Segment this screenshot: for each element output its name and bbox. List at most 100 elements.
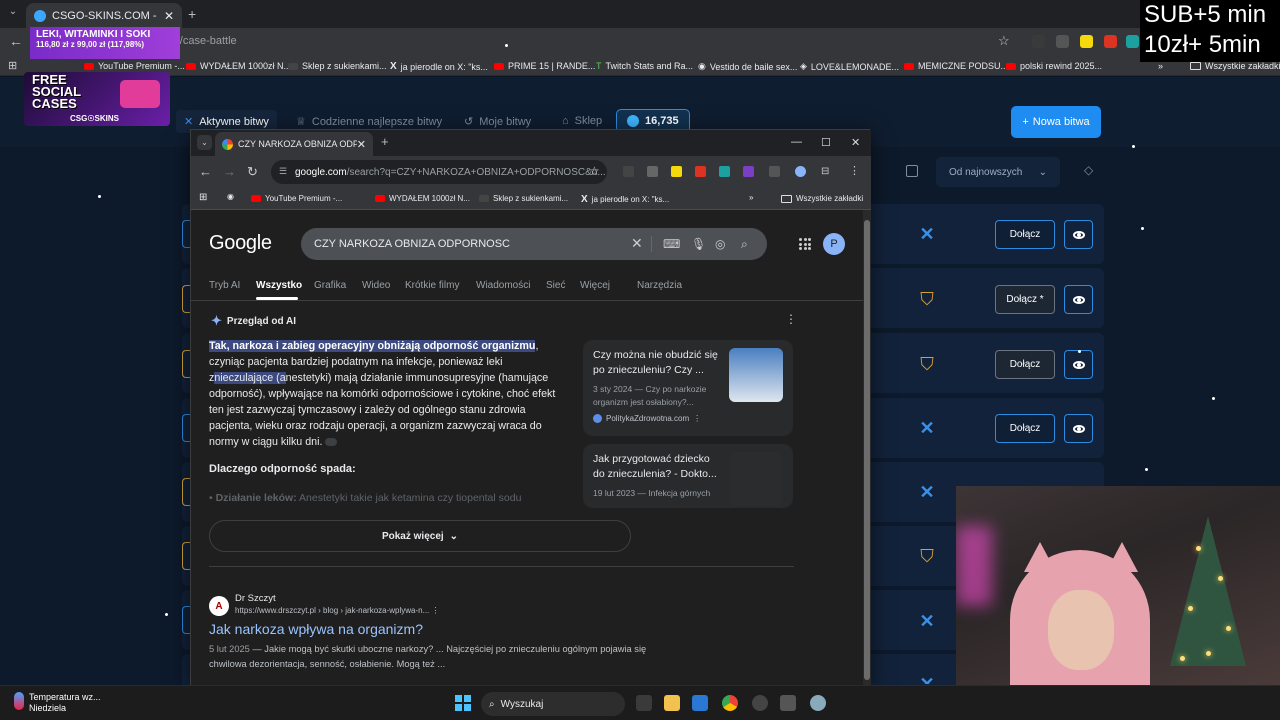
puzzle-icon[interactable] [769, 166, 780, 177]
tab-more[interactable]: Więcej [580, 280, 610, 291]
forward-icon[interactable]: → [223, 164, 236, 179]
tab-images[interactable]: Grafika [314, 280, 346, 291]
chrome-icon[interactable] [722, 695, 738, 711]
bookmark-item[interactable]: Sklep z sukienkami... [479, 194, 568, 203]
new-battle-button[interactable]: + Nowa bitwa [1011, 106, 1101, 138]
bookmark-item[interactable]: ◉ Vestido de baile sex... [698, 61, 797, 72]
tab-search-dropdown[interactable]: ⌄ [197, 135, 212, 150]
show-more-button[interactable]: Pokaż więcej ⌄ [209, 520, 631, 552]
all-bookmarks-folder[interactable]: Wszystkie zakładki [1190, 61, 1280, 71]
apps-icon[interactable]: ⊞ [8, 59, 17, 72]
source-card[interactable]: Jak przygotować dziecko do znieczulenia?… [583, 444, 793, 508]
join-button[interactable]: Dołącz [995, 220, 1055, 249]
bookmark-item[interactable]: WYDAŁEM 1000zł N... [375, 194, 470, 203]
bookmarks-overflow-icon[interactable]: » [749, 193, 753, 202]
microphone-icon[interactable]: 🎙 [691, 237, 706, 251]
bookmark-star-icon[interactable]: ☆ [589, 164, 600, 178]
tab-tools[interactable]: Narzędzia [637, 280, 682, 291]
inner-address-bar[interactable]: google.com/search?q=CZY+NARKOZA+OBNIZA+O… [271, 160, 607, 184]
keyboard-icon[interactable]: ⌨ [663, 237, 680, 251]
nav-shop[interactable]: ⌂ Sklep [562, 115, 602, 127]
start-button[interactable] [455, 695, 471, 711]
close-tab-icon[interactable]: ✕ [357, 138, 366, 151]
spectate-button[interactable] [1064, 350, 1093, 379]
settings-gear-icon[interactable] [810, 695, 826, 711]
extension-icon[interactable] [695, 166, 706, 177]
tab-web[interactable]: Sieć [546, 280, 565, 291]
inner-tab-google[interactable]: CZY NARKOZA OBNIZA ODPORNOSC ✕ [215, 132, 373, 156]
maximize-icon[interactable]: ☐ [821, 136, 831, 149]
extension-icon[interactable] [743, 166, 754, 177]
lens-icon[interactable]: ◎ [715, 237, 725, 251]
bookmark-item[interactable]: Xja pierodle on X: "ks... [581, 194, 669, 205]
bookmark-item[interactable]: T Twitch Stats and Ra... [596, 61, 693, 71]
more-options-icon[interactable]: ⋮ [432, 606, 440, 615]
extension-icon[interactable] [1056, 35, 1069, 48]
google-logo[interactable]: Google [209, 232, 272, 255]
obs-icon[interactable] [752, 695, 768, 711]
account-avatar[interactable]: P [823, 233, 845, 255]
extension-icon[interactable] [671, 166, 682, 177]
terminal-icon[interactable] [780, 695, 796, 711]
bookmark-item[interactable]: MEMICZNE PODSU... [904, 61, 1008, 71]
minimize-icon[interactable]: — [791, 136, 802, 148]
bookmark-item[interactable]: PRIME 15 | RANDE... [494, 61, 595, 71]
free-cases-promo[interactable]: FREE SOCIAL CASES CSG☉SKINS [24, 72, 170, 126]
extension-icon[interactable] [1104, 35, 1117, 48]
search-icon[interactable]: ⌕ [741, 237, 748, 252]
close-window-icon[interactable]: ✕ [851, 136, 860, 149]
outer-tab-csgo[interactable]: CSGO-SKINS.COM - Najlepsze ✕ [26, 3, 182, 28]
apps-icon[interactable]: ⊞ [199, 192, 207, 203]
close-tab-icon[interactable]: ✕ [164, 9, 174, 23]
page-scrollbar[interactable] [863, 210, 871, 686]
weather-widget[interactable]: Temperatura wz... Niedziela [14, 692, 101, 714]
nav-daily-best[interactable]: ♕ Codzienne najlepsze bitwy [296, 115, 442, 129]
store-icon[interactable] [692, 695, 708, 711]
nav-my-battles[interactable]: ↺ Moje bitwy [464, 115, 531, 129]
tab-search-dropdown[interactable]: ⌄ [5, 6, 21, 22]
bookmark-item[interactable]: polski rewind 2025... [1006, 61, 1102, 71]
clear-search-icon[interactable]: ✕ [631, 235, 643, 252]
tab-short-videos[interactable]: Krótkie filmy [405, 280, 459, 291]
bookmark-item[interactable]: Xja pierodle on X: "ks... [390, 61, 488, 72]
extension-icon[interactable] [1080, 35, 1093, 48]
google-search-box[interactable]: CZY NARKOZA OBNIZA ODPORNOSC ✕ ⌨ 🎙 ◎ ⌕ [301, 228, 767, 260]
new-tab-button[interactable]: + [188, 6, 196, 22]
bookmark-item[interactable]: YouTube Premium -... [251, 194, 342, 203]
extension-icon[interactable] [719, 166, 730, 177]
bookmarks-side-icon[interactable]: ⊟ [821, 166, 832, 177]
clear-filter-icon[interactable]: ◇ [1084, 163, 1093, 177]
taskbar-search[interactable]: ⌕ Wyszukaj [481, 692, 625, 716]
extension-icon[interactable] [1126, 35, 1139, 48]
back-icon[interactable]: ← [199, 164, 212, 179]
bookmark-item[interactable]: WYDAŁEM 1000zł N... [186, 61, 291, 71]
menu-kebab-icon[interactable]: ⋮ [849, 166, 860, 177]
file-explorer-icon[interactable] [664, 695, 680, 711]
tab-news[interactable]: Wiadomości [476, 280, 530, 291]
reload-icon[interactable]: ↻ [247, 164, 258, 180]
source-card[interactable]: Czy można nie obudzić się po znieczuleni… [583, 340, 793, 436]
task-view-icon[interactable] [636, 695, 652, 711]
more-options-icon[interactable]: ⋮ [693, 414, 701, 423]
sort-select[interactable]: Od najnowszych ⌄ [936, 157, 1060, 187]
more-options-icon[interactable]: ⋮ [785, 312, 797, 326]
bookmarks-overflow-icon[interactable]: » [1158, 61, 1163, 71]
bookmark-item[interactable]: Sklep z sukienkami... [288, 61, 387, 71]
result-title-link[interactable]: Jak narkoza wpływa na organizm? [209, 621, 423, 637]
join-button[interactable]: Dołącz * [995, 285, 1055, 314]
scroll-thumb[interactable] [864, 220, 870, 680]
tab-ai-mode[interactable]: Tryb AI [209, 280, 240, 291]
back-icon[interactable]: ← [9, 33, 23, 49]
tab-all[interactable]: Wszystko [256, 280, 302, 291]
result-url-row[interactable]: https://www.drszczyt.pl › blog › jak-nar… [235, 606, 440, 615]
bookmark-star-icon[interactable]: ☆ [998, 33, 1010, 49]
globe-icon[interactable]: ◉ [227, 192, 234, 201]
all-bookmarks-folder[interactable]: Wszystkie zakładki [781, 194, 863, 203]
filter-icon[interactable] [906, 165, 918, 177]
join-button[interactable]: Dołącz [995, 350, 1055, 379]
bookmark-item[interactable]: YouTube Premium -... [84, 61, 185, 71]
profile-avatar-icon[interactable] [795, 166, 806, 177]
extension-icon[interactable] [647, 166, 658, 177]
spectate-button[interactable] [1064, 220, 1093, 249]
extension-icon[interactable] [1032, 35, 1045, 48]
